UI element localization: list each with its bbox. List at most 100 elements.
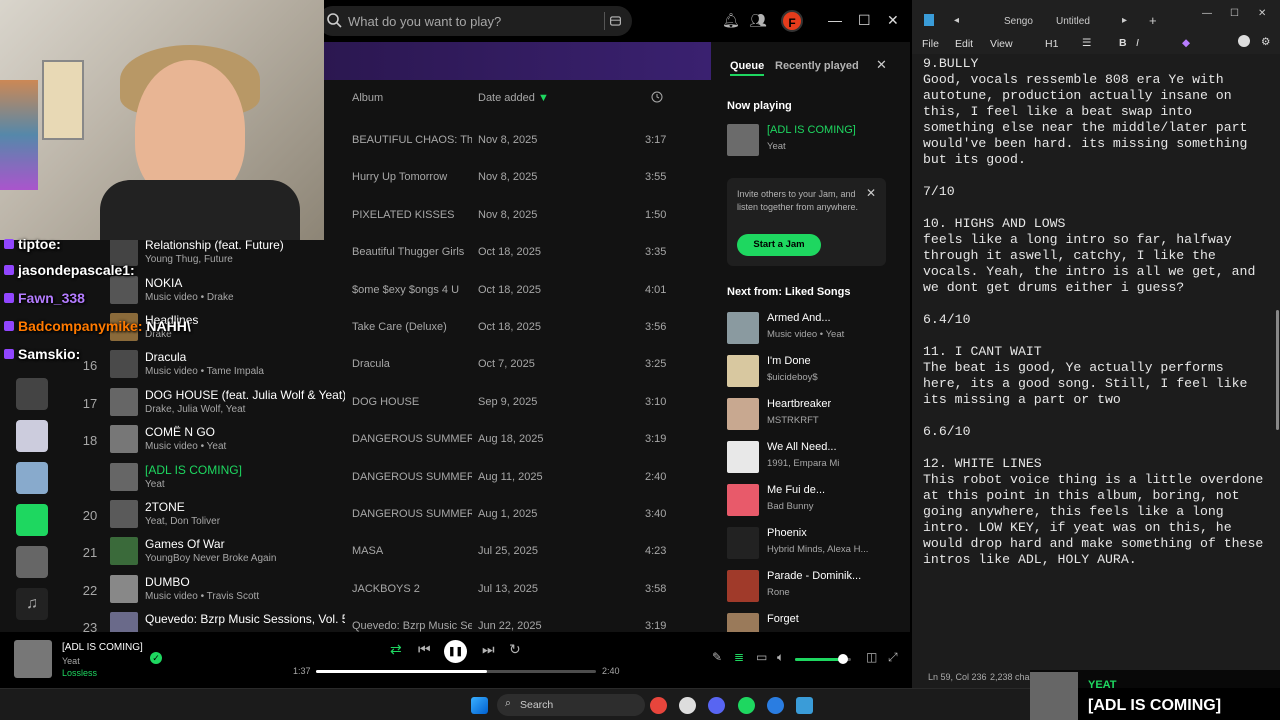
- track-row[interactable]: 18 COMË N GO Music video • Yeat DANGEROUS S…: [80, 421, 700, 457]
- menu-view[interactable]: View: [990, 38, 1013, 50]
- music-note-icon[interactable]: ♫: [16, 588, 48, 620]
- minimize-icon[interactable]: —: [828, 12, 842, 28]
- track-album[interactable]: Hurry Up Tomorrow: [352, 171, 472, 183]
- track-album[interactable]: PIXELATED KISSES: [352, 209, 472, 221]
- italic-icon[interactable]: I: [1136, 37, 1139, 49]
- menu-file[interactable]: File: [922, 38, 939, 50]
- track-title[interactable]: DUMBO: [145, 575, 345, 589]
- track-row[interactable]: [ADL IS COMING] Yeat DANGEROUS SUMMER Aug 1…: [80, 459, 700, 495]
- search-bar[interactable]: What do you want to play?: [318, 6, 632, 36]
- player-artist[interactable]: Yeat: [62, 656, 80, 666]
- close-icon[interactable]: ✕: [1258, 8, 1266, 19]
- queue-item[interactable]: Forget: [727, 611, 899, 632]
- track-album[interactable]: DANGEROUS SUMMER: [352, 471, 472, 483]
- close-icon[interactable]: ✕: [866, 186, 876, 200]
- track-album[interactable]: DANGEROUS SUMMER: [352, 508, 472, 520]
- track-album[interactable]: $ome $exy $ongs 4 U: [352, 284, 472, 296]
- track-album[interactable]: Dracula: [352, 358, 472, 370]
- queue-item[interactable]: Me Fui de... Bad Bunny: [727, 482, 899, 520]
- start-jam-button[interactable]: Start a Jam: [737, 234, 821, 256]
- minimize-icon[interactable]: —: [1202, 8, 1212, 19]
- close-icon[interactable]: ✕: [887, 12, 899, 29]
- player-title[interactable]: [ADL IS COMING]: [62, 642, 143, 653]
- track-album[interactable]: Quevedo: Bzrp Music Ses...: [352, 620, 472, 632]
- queue-item[interactable]: Heartbreaker MSTRKRFT: [727, 396, 899, 434]
- repeat-icon[interactable]: ↻: [509, 641, 521, 658]
- library-item[interactable]: [16, 462, 48, 494]
- track-row[interactable]: 17 DOG HOUSE (feat. Julia Wolf & Yeat) Dra…: [80, 384, 700, 420]
- start-icon[interactable]: [471, 697, 488, 714]
- settings-icon[interactable]: ⚙︎: [1261, 36, 1270, 48]
- track-artist[interactable]: Music video • Travis Scott: [145, 591, 259, 602]
- app-icon[interactable]: [767, 697, 784, 714]
- chat-username[interactable]: Samskio:: [18, 346, 80, 362]
- track-title[interactable]: NOKIA: [145, 276, 345, 290]
- liked-check-icon[interactable]: ✓: [150, 652, 162, 664]
- volume-icon[interactable]: 🔈︎: [777, 650, 784, 665]
- track-artist[interactable]: YoungBoy Never Broke Again: [145, 553, 276, 564]
- track-artist[interactable]: Music video • Drake: [145, 292, 234, 303]
- track-artist[interactable]: Young Thug, Future: [145, 254, 233, 265]
- chat-username[interactable]: tiptoe:: [18, 236, 61, 252]
- track-row[interactable]: 20 2TONE Yeat, Don Toliver DANGEROUS SUMMER…: [80, 496, 700, 532]
- pause-button[interactable]: ❚❚: [444, 640, 467, 663]
- track-artist[interactable]: Yeat: [145, 479, 165, 490]
- avatar[interactable]: F: [781, 10, 803, 32]
- bold-icon[interactable]: B: [1119, 37, 1127, 49]
- tab-recently-played[interactable]: Recently played: [775, 60, 859, 72]
- maximize-icon[interactable]: ☐: [858, 12, 871, 29]
- queue-item[interactable]: Phoenix Hybrid Minds, Alexa H...: [727, 525, 899, 563]
- track-title[interactable]: 2TONE: [145, 500, 345, 514]
- track-title[interactable]: Games Of War: [145, 537, 345, 551]
- track-artist[interactable]: Drake, Julia Wolf, Yeat: [145, 404, 245, 415]
- tab-sengo[interactable]: Sengo: [1004, 16, 1033, 27]
- track-title[interactable]: Quevedo: Bzrp Music Sessions, Vol. 52...: [145, 612, 345, 626]
- track-artist[interactable]: Yeat, Don Toliver: [145, 516, 220, 527]
- track-album[interactable]: BEAUTIFUL CHAOS: The R...: [352, 134, 472, 146]
- track-row[interactable]: 22 DUMBO Music video • Travis Scott JACKBOY…: [80, 571, 700, 607]
- miniplayer-icon[interactable]: ◫: [866, 650, 877, 664]
- copilot-icon[interactable]: ◆: [1182, 37, 1190, 49]
- chat-username[interactable]: jasondepascale1:: [18, 262, 135, 278]
- track-album[interactable]: DOG HOUSE: [352, 396, 472, 408]
- bell-icon[interactable]: 🔔︎: [722, 12, 740, 29]
- track-title[interactable]: [ADL IS COMING]: [145, 463, 345, 477]
- track-album[interactable]: MASA: [352, 545, 472, 557]
- progress-bar[interactable]: [316, 670, 596, 673]
- track-row[interactable]: 16 Dracula Music video • Tame Impala Dracul…: [80, 346, 700, 382]
- queue-item[interactable]: Parade - Dominik... Rone: [727, 568, 899, 606]
- track-row[interactable]: NOKIA Music video • Drake $ome $exy $ongs …: [80, 272, 700, 308]
- track-album[interactable]: DANGEROUS SUMMER: [352, 433, 472, 445]
- track-row[interactable]: 21 Games Of War YoungBoy Never Broke Again…: [80, 533, 700, 569]
- track-title[interactable]: Dracula: [145, 350, 345, 364]
- shuffle-icon[interactable]: ⇄: [390, 641, 402, 658]
- track-album[interactable]: Take Care (Deluxe): [352, 321, 472, 333]
- menu-edit[interactable]: Edit: [955, 38, 973, 50]
- library-item[interactable]: [16, 378, 48, 410]
- scrollbar[interactable]: [1276, 310, 1279, 430]
- track-title[interactable]: DOG HOUSE (feat. Julia Wolf & Yeat): [145, 388, 345, 402]
- track-artist[interactable]: Music video • Yeat: [145, 441, 226, 452]
- tab-scroll-right[interactable]: ▸: [1122, 15, 1127, 26]
- spotify-icon[interactable]: [738, 697, 755, 714]
- queue-item[interactable]: We All Need... 1991, Empara Mi: [727, 439, 899, 477]
- account-icon[interactable]: [1238, 35, 1250, 47]
- new-tab-icon[interactable]: +: [1149, 13, 1157, 28]
- library-item[interactable]: [16, 546, 48, 578]
- lyrics-icon[interactable]: ✎: [712, 650, 722, 664]
- search-input[interactable]: What do you want to play?: [348, 14, 501, 29]
- track-artist[interactable]: Music video • Tame Impala: [145, 366, 264, 377]
- column-album[interactable]: Album: [352, 92, 383, 104]
- github-icon[interactable]: [679, 697, 696, 714]
- tab-queue[interactable]: Queue: [730, 60, 765, 76]
- track-album[interactable]: JACKBOYS 2: [352, 583, 472, 595]
- discord-icon[interactable]: [708, 697, 725, 714]
- browse-icon[interactable]: [604, 12, 622, 30]
- library-item[interactable]: [16, 504, 48, 536]
- heading-dropdown[interactable]: H1: [1045, 38, 1058, 50]
- track-album[interactable]: Beautiful Thugger Girls: [352, 246, 472, 258]
- next-icon[interactable]: ⏭︎: [482, 641, 495, 658]
- chrome-icon[interactable]: [650, 697, 667, 714]
- column-date-added[interactable]: Date added ▼: [478, 92, 549, 104]
- tab-scroll-left[interactable]: ◂: [954, 15, 959, 26]
